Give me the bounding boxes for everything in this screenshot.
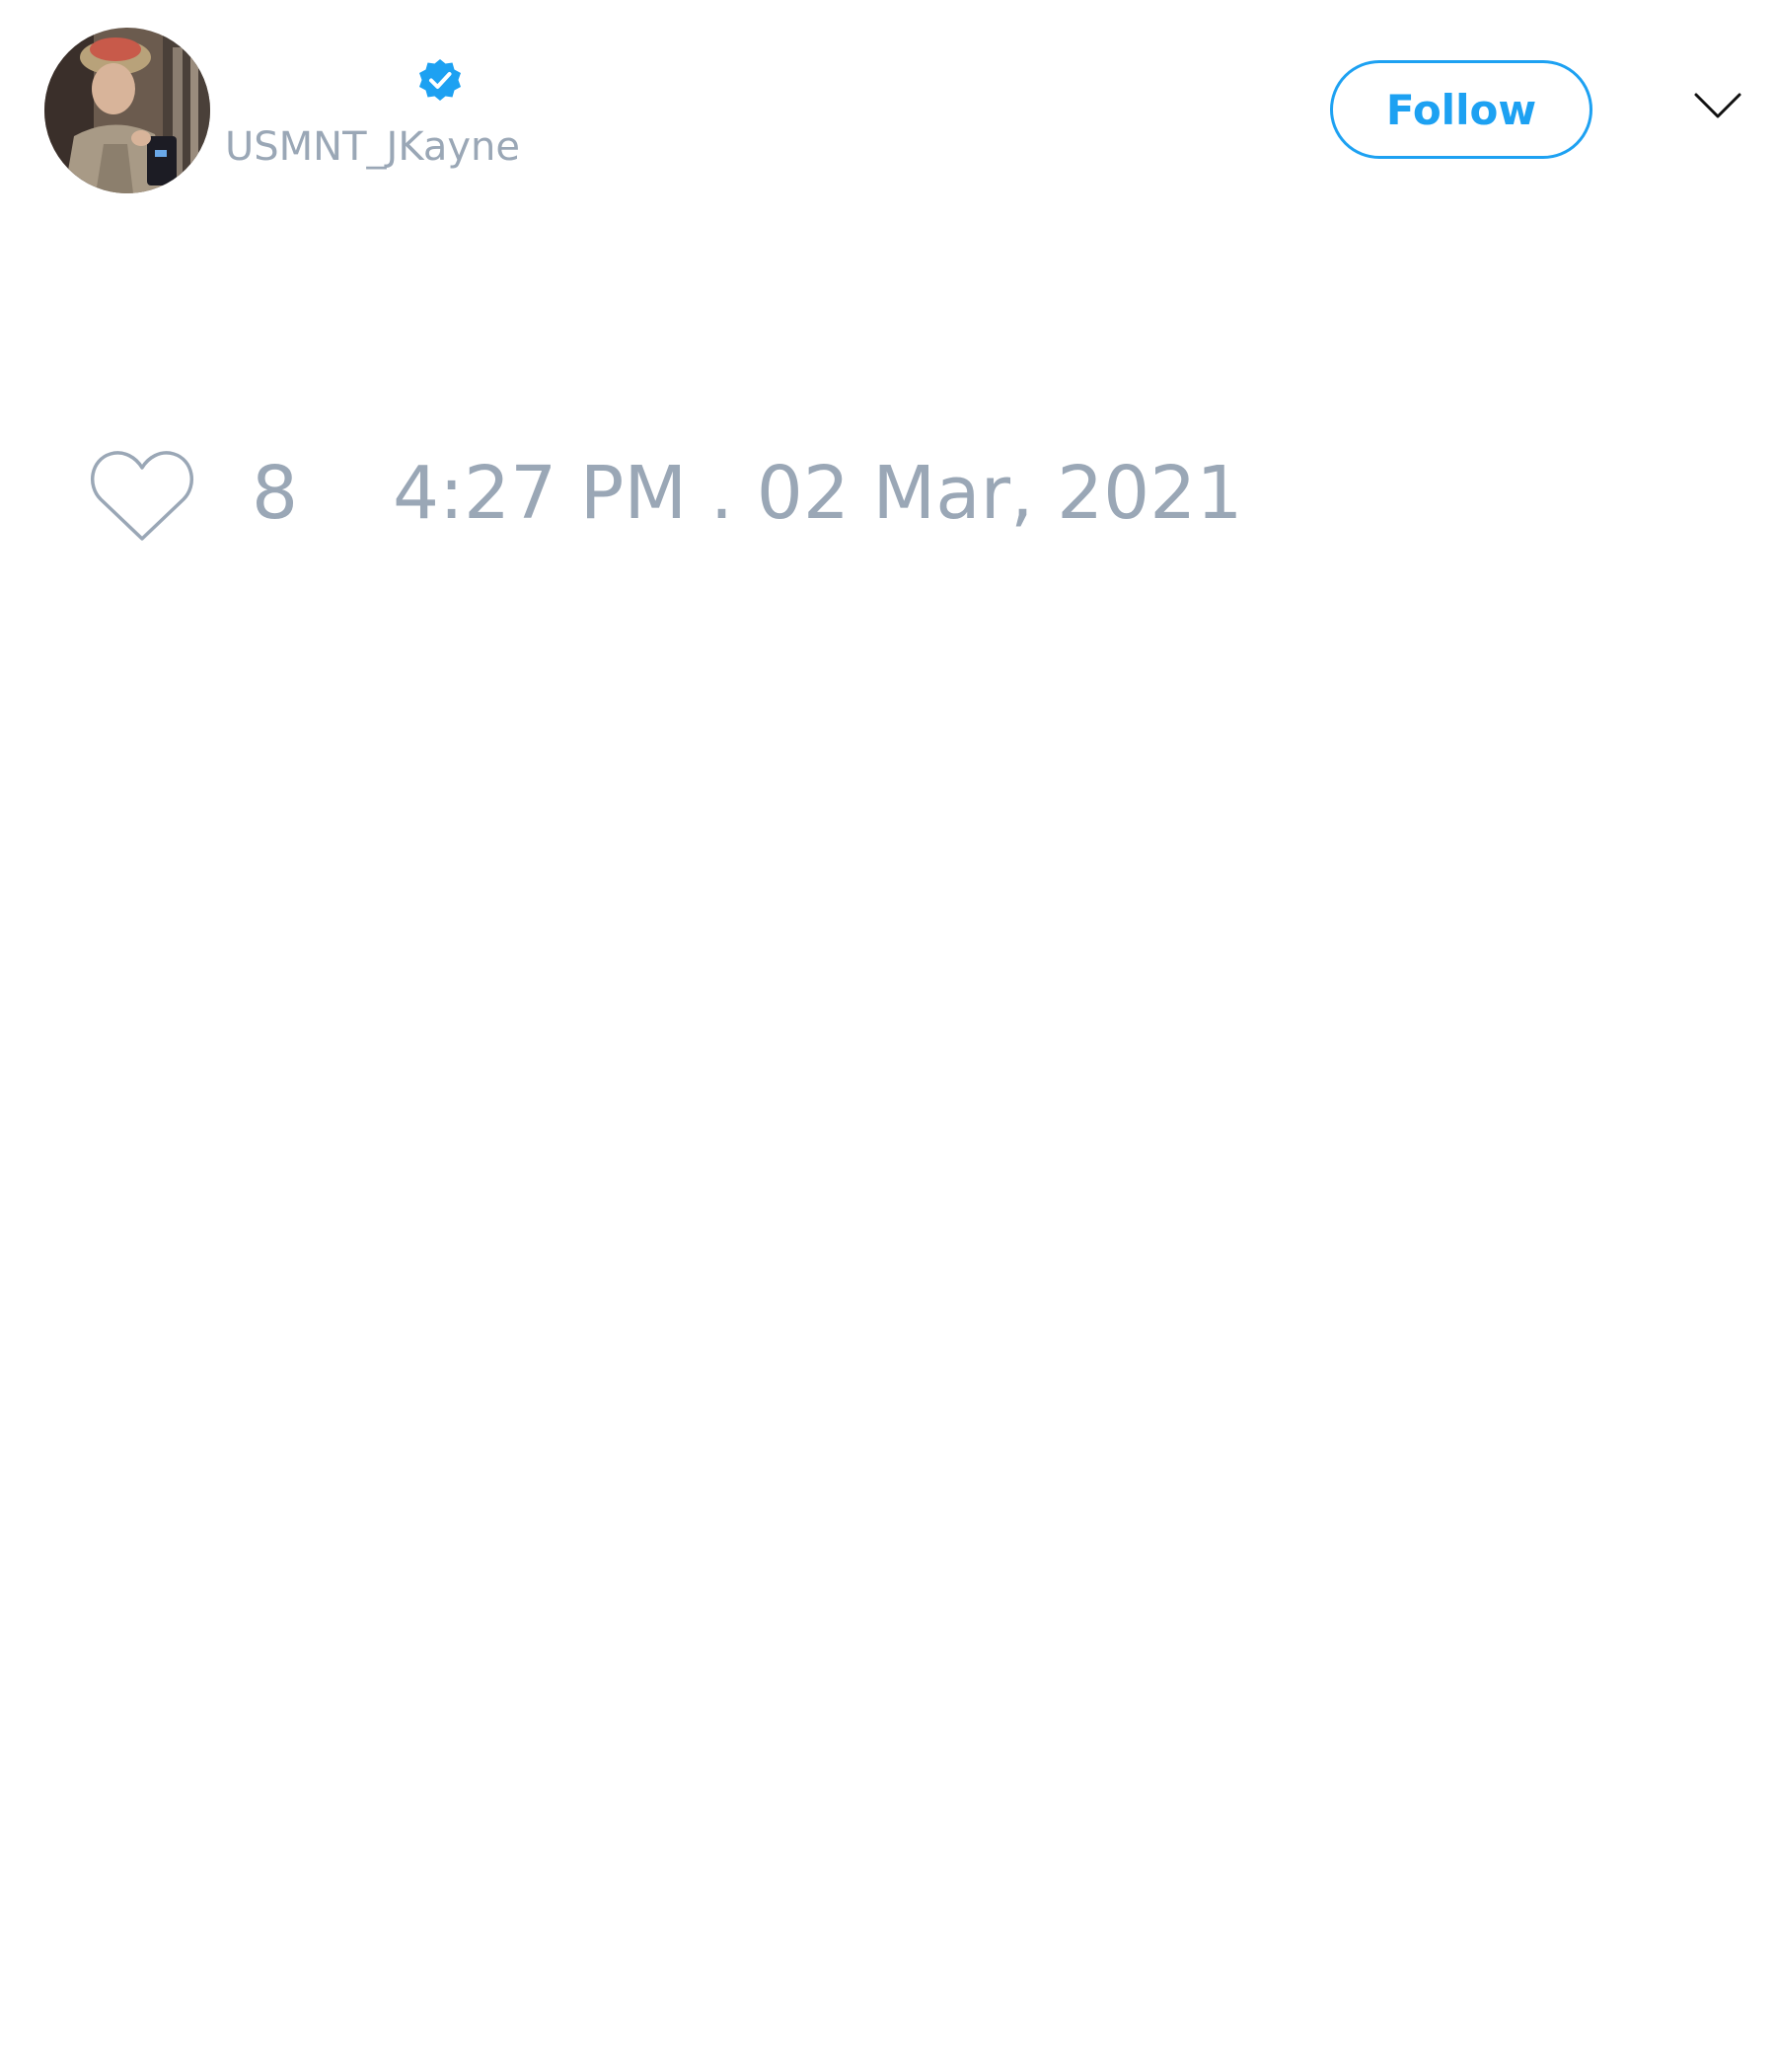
avatar[interactable] (44, 28, 210, 193)
verified-badge-icon (419, 59, 461, 101)
author-handle[interactable]: USMNT_JKayne (225, 124, 520, 170)
heart-outline-icon[interactable] (89, 448, 195, 545)
tweet-footer: 8 4:27 PM . 02 Mar, 2021 (0, 434, 1776, 562)
chevron-down-icon[interactable] (1693, 91, 1742, 120)
tweet-header: USMNT_JKayne Follow (0, 0, 1776, 217)
avatar-photo (44, 28, 210, 193)
like-count: 8 (252, 451, 299, 536)
tweet-timestamp[interactable]: 4:27 PM . 02 Mar, 2021 (393, 453, 1242, 534)
follow-button[interactable]: Follow (1330, 60, 1592, 159)
